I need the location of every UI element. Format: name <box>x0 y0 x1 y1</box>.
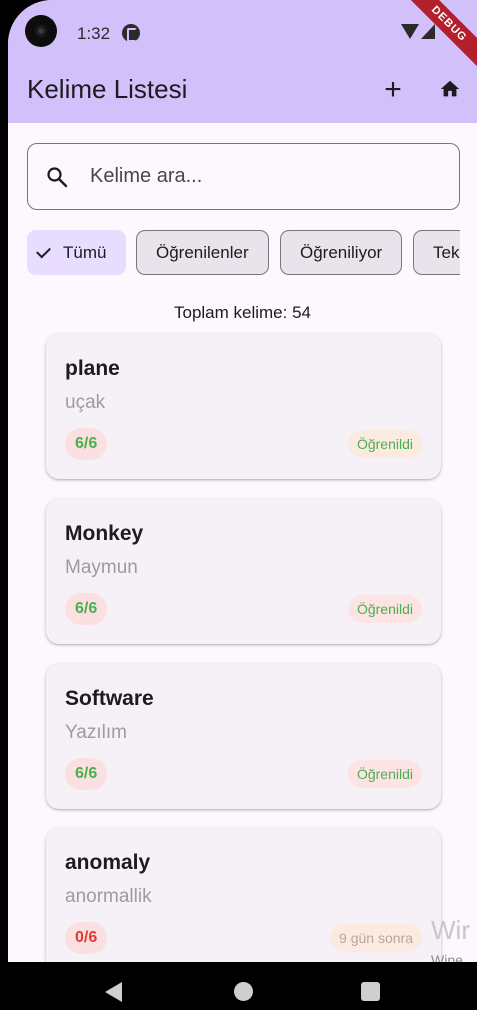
status-badge: Öğrenildi <box>347 760 422 788</box>
chip-single[interactable]: Tek <box>413 230 460 275</box>
signal-icon <box>421 24 435 39</box>
chip-label: Tümü <box>63 242 107 262</box>
status-bar: 1:32 <box>8 0 477 60</box>
chip-label: Tek <box>433 242 460 262</box>
app-screen: 1:32 DEBUG Kelime Listesi + Kelime ara..… <box>8 0 477 962</box>
home-button[interactable] <box>430 70 470 110</box>
search-icon <box>47 167 68 188</box>
status-badge: Öğrenildi <box>347 430 422 458</box>
progress-badge: 0/6 <box>65 922 108 954</box>
meaning-text: uçak <box>65 392 106 413</box>
search-field[interactable] <box>27 143 460 210</box>
page-title: Kelime Listesi <box>27 74 188 104</box>
wifi-icon <box>401 24 419 39</box>
top-bar: 1:32 DEBUG Kelime Listesi + <box>8 0 477 123</box>
word-card[interactable]: Monkey Maymun 6/6 Öğrenildi <box>46 499 441 644</box>
plus-icon: + <box>384 73 402 106</box>
status-badge: Öğrenildi <box>347 595 422 623</box>
app-bar: Kelime Listesi + <box>8 60 477 123</box>
filter-chips: Tümü Öğrenilenler Öğreniliyor Tek <box>27 230 460 276</box>
progress-badge: 6/6 <box>65 428 108 460</box>
chip-learning[interactable]: Öğreniliyor <box>280 230 403 275</box>
home-icon <box>440 80 460 97</box>
os-watermark: Wir <box>431 915 470 945</box>
total-word-count: Toplam kelime: 54 <box>173 303 311 322</box>
system-nav-bar <box>0 962 477 1010</box>
word-card[interactable]: anomaly anormallik 0/6 9 gün sonra <box>46 828 441 962</box>
progress-badge: 6/6 <box>65 593 108 625</box>
notification-icon <box>122 24 140 42</box>
phone-device: 1:32 DEBUG Kelime Listesi + Kelime ara..… <box>0 0 477 1010</box>
chip-all[interactable]: Tümü <box>27 230 126 275</box>
camera-cutout <box>25 15 57 47</box>
status-badge: 9 gün sonra <box>330 924 422 952</box>
check-icon <box>36 243 51 259</box>
back-icon[interactable] <box>105 982 122 1002</box>
home-circle-icon[interactable] <box>234 982 253 1001</box>
add-word-button[interactable]: + <box>373 70 413 110</box>
chip-label: Öğrenilenler <box>156 242 249 262</box>
progress-badge: 6/6 <box>65 758 108 790</box>
status-time: 1:32 <box>77 24 111 43</box>
recents-icon[interactable] <box>361 982 380 1001</box>
word-text: anomaly <box>65 851 151 874</box>
word-text: Monkey <box>65 522 144 545</box>
word-card[interactable]: Software Yazılım 6/6 Öğrenildi <box>46 664 441 809</box>
search-input[interactable] <box>90 144 450 208</box>
meaning-text: anormallik <box>65 886 152 907</box>
chip-learned[interactable]: Öğrenilenler <box>136 230 269 275</box>
word-card[interactable]: plane uçak 6/6 Öğrenildi <box>46 334 441 479</box>
word-text: plane <box>65 357 120 380</box>
chip-label: Öğreniliyor <box>300 242 383 262</box>
meaning-text: Maymun <box>65 557 138 578</box>
meaning-text: Yazılım <box>65 722 127 743</box>
word-text: Software <box>65 687 154 710</box>
